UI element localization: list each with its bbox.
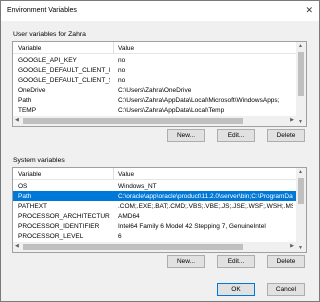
variable-name: OS <box>18 182 28 190</box>
cancel-button[interactable]: Cancel <box>267 283 305 296</box>
user-variables-list[interactable]: Variable Value GOOGLE_API_KEY no GOOGLE_DE… <box>12 41 307 127</box>
system-variables-label: System variables <box>13 157 65 164</box>
user-vertical-scrollbar[interactable]: ▲ ▼ <box>296 42 306 126</box>
scroll-right-icon[interactable]: ▶ <box>290 117 294 123</box>
system-vertical-scrollbar[interactable]: ▲ ▼ <box>296 168 306 252</box>
user-delete-button[interactable]: Delete <box>267 129 305 142</box>
variable-value: Windows_NT <box>118 182 157 190</box>
window-title: Environment Variables <box>7 7 77 14</box>
user-new-button[interactable]: New... <box>167 129 205 142</box>
variable-value: C:\oracle\app\oracle\product\11.2.0\serv… <box>118 192 293 200</box>
scroll-up-icon[interactable]: ▲ <box>298 43 303 49</box>
user-variables-header: Variable Value <box>13 42 296 54</box>
column-variable[interactable]: Variable <box>18 45 110 52</box>
scroll-left-icon[interactable]: ◀ <box>15 243 19 249</box>
user-horizontal-scrollbar[interactable]: ◀ ▶ <box>13 116 296 126</box>
scroll-thumb[interactable] <box>23 118 243 124</box>
scroll-thumb[interactable] <box>298 52 304 96</box>
system-horizontal-scrollbar[interactable]: ◀ ▶ <box>13 242 296 252</box>
user-variables-label: User variables for Zahra <box>13 31 86 38</box>
variable-name: PATHEXT <box>18 202 48 210</box>
variable-value: no <box>118 76 126 84</box>
system-new-button[interactable]: New... <box>167 255 205 268</box>
variable-name: GOOGLE_DEFAULT_CLIENT_ID <box>18 66 110 74</box>
table-row[interactable]: PROCESSOR_IDENTIFIER Intel64 Family 6 Mod… <box>13 221 296 231</box>
column-variable[interactable]: Variable <box>18 171 110 178</box>
variable-value: C:\Users\Zahra\OneDrive <box>118 86 192 94</box>
column-value[interactable]: Value <box>118 171 293 178</box>
variable-name: PROCESSOR_IDENTIFIER <box>18 222 100 230</box>
system-delete-button[interactable]: Delete <box>267 255 305 268</box>
scroll-down-icon[interactable]: ▼ <box>298 245 303 251</box>
variable-name: PROCESSOR_LEVEL <box>18 232 84 240</box>
variable-value: .COM;.EXE;.BAT;.CMD;.VBS;.VBE;.JS;.JSE;.… <box>118 202 293 210</box>
close-icon[interactable]: ✕ <box>305 5 313 16</box>
system-edit-button[interactable]: Edit... <box>217 255 255 268</box>
title-bar: Environment Variables ✕ <box>1 1 319 21</box>
variable-name: OneDrive <box>18 86 46 94</box>
variable-value: AMD64 <box>118 212 140 220</box>
table-row[interactable]: OneDrive C:\Users\Zahra\OneDrive <box>13 85 296 95</box>
table-row[interactable]: GOOGLE_DEFAULT_CLIENT_ID no <box>13 65 296 75</box>
scroll-left-icon[interactable]: ◀ <box>15 117 19 123</box>
scroll-thumb[interactable] <box>23 244 243 250</box>
scroll-thumb[interactable] <box>298 178 304 204</box>
table-row[interactable]: Path C:\Users\Zahra\AppData\Local\Microso… <box>13 95 296 105</box>
scroll-right-icon[interactable]: ▶ <box>290 243 294 249</box>
variable-value: no <box>118 66 126 74</box>
variable-name: TEMP <box>18 106 37 114</box>
variable-name: Path <box>18 192 32 200</box>
table-row[interactable]: GOOGLE_DEFAULT_CLIENT_SECR... no <box>13 75 296 85</box>
system-variables-header: Variable Value <box>13 168 296 180</box>
ok-button[interactable]: OK <box>217 283 255 296</box>
table-row[interactable]: PROCESSOR_ARCHITECTURE AMD64 <box>13 211 296 221</box>
scroll-down-icon[interactable]: ▼ <box>298 119 303 125</box>
variable-value: no <box>118 56 126 64</box>
variable-name: PROCESSOR_ARCHITECTURE <box>18 212 110 220</box>
table-row[interactable]: TEMP C:\Users\Zahra\AppData\Local\Temp <box>13 105 296 115</box>
variable-name: GOOGLE_DEFAULT_CLIENT_SECR... <box>18 76 110 84</box>
table-row[interactable]: Path C:\oracle\app\oracle\product\11.2.0\… <box>13 191 296 201</box>
user-edit-button[interactable]: Edit... <box>217 129 255 142</box>
column-value[interactable]: Value <box>118 45 293 52</box>
variable-name: Path <box>18 96 32 104</box>
variable-name: GOOGLE_API_KEY <box>18 56 77 64</box>
scroll-up-icon[interactable]: ▲ <box>298 169 303 175</box>
variable-value: 6 <box>118 232 122 240</box>
variable-value: C:\Users\Zahra\AppData\Local\Microsoft\W… <box>118 96 280 104</box>
table-row[interactable]: OS Windows_NT <box>13 181 296 191</box>
variable-value: C:\Users\Zahra\AppData\Local\Temp <box>118 106 225 114</box>
variable-value: Intel64 Family 6 Model 42 Stepping 7, Ge… <box>118 222 266 230</box>
system-variables-list[interactable]: Variable Value OS Windows_NT Path C:\oracle… <box>12 167 307 253</box>
table-row[interactable]: GOOGLE_API_KEY no <box>13 55 296 65</box>
table-row[interactable]: PROCESSOR_LEVEL 6 <box>13 231 296 241</box>
environment-variables-dialog: Environment Variables ✕ User variables f… <box>0 0 320 302</box>
table-row[interactable]: PATHEXT .COM;.EXE;.BAT;.CMD;.VBS;.VBE;.JS… <box>13 201 296 211</box>
